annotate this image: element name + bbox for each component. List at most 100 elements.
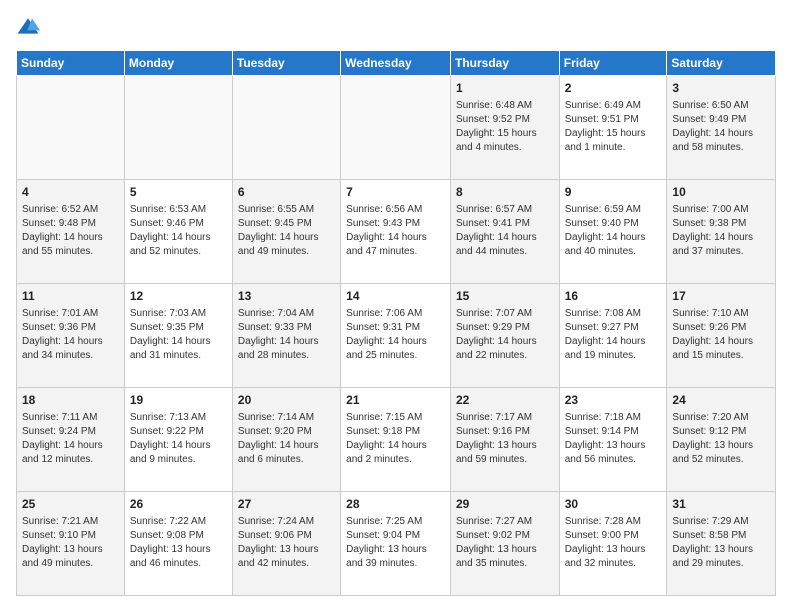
calendar-cell: 31 Sunrise: 7:29 AM Sunset: 8:58 PM Dayli…	[667, 492, 776, 596]
day-info: Sunrise: 7:29 AM Sunset: 8:58 PM Dayligh…	[672, 515, 770, 571]
calendar-cell: 20 Sunrise: 7:14 AM Sunset: 9:20 PM Dayli…	[232, 388, 340, 492]
day-number: 15	[456, 288, 554, 305]
calendar-cell: 8 Sunrise: 6:57 AM Sunset: 9:41 PM Daylig…	[450, 180, 559, 284]
day-number: 22	[456, 392, 554, 409]
day-info: Sunrise: 7:24 AM Sunset: 9:06 PM Dayligh…	[238, 515, 335, 571]
day-info: Sunrise: 7:01 AM Sunset: 9:36 PM Dayligh…	[22, 307, 119, 363]
day-info: Sunrise: 7:06 AM Sunset: 9:31 PM Dayligh…	[346, 307, 445, 363]
day-info: Sunrise: 7:22 AM Sunset: 9:08 PM Dayligh…	[130, 515, 227, 571]
day-info: Sunrise: 7:08 AM Sunset: 9:27 PM Dayligh…	[565, 307, 662, 363]
day-number: 9	[565, 184, 662, 201]
calendar-cell: 7 Sunrise: 6:56 AM Sunset: 9:43 PM Daylig…	[341, 180, 451, 284]
header-cell-saturday: Saturday	[667, 51, 776, 76]
day-info: Sunrise: 6:56 AM Sunset: 9:43 PM Dayligh…	[346, 203, 445, 259]
header	[16, 16, 776, 40]
day-info: Sunrise: 6:57 AM Sunset: 9:41 PM Dayligh…	[456, 203, 554, 259]
calendar-cell: 1 Sunrise: 6:48 AM Sunset: 9:52 PM Daylig…	[450, 76, 559, 180]
calendar-table: SundayMondayTuesdayWednesdayThursdayFrid…	[16, 50, 776, 596]
day-number: 11	[22, 288, 119, 305]
calendar-cell: 9Sunrise: 6:59 AM Sunset: 9:40 PM Daylig…	[559, 180, 667, 284]
calendar-cell: 16 Sunrise: 7:08 AM Sunset: 9:27 PM Dayli…	[559, 284, 667, 388]
day-info: Sunrise: 6:55 AM Sunset: 9:45 PM Dayligh…	[238, 203, 335, 259]
day-info: Sunrise: 6:50 AM Sunset: 9:49 PM Dayligh…	[672, 99, 770, 155]
calendar-row-1: 4Sunrise: 6:52 AM Sunset: 9:48 PM Daylig…	[17, 180, 776, 284]
day-number: 21	[346, 392, 445, 409]
calendar-row-3: 18 Sunrise: 7:11 AM Sunset: 9:24 PM Dayli…	[17, 388, 776, 492]
logo-icon	[16, 16, 40, 40]
day-number: 3	[672, 80, 770, 97]
day-number: 29	[456, 496, 554, 513]
day-number: 12	[130, 288, 227, 305]
day-info: Sunrise: 7:28 AM Sunset: 9:00 PM Dayligh…	[565, 515, 662, 571]
day-info: Sunrise: 6:49 AM Sunset: 9:51 PM Dayligh…	[565, 99, 662, 155]
calendar-cell: 27 Sunrise: 7:24 AM Sunset: 9:06 PM Dayli…	[232, 492, 340, 596]
day-info: Sunrise: 7:13 AM Sunset: 9:22 PM Dayligh…	[130, 411, 227, 467]
calendar-cell: 19Sunrise: 7:13 AM Sunset: 9:22 PM Dayli…	[124, 388, 232, 492]
day-info: Sunrise: 7:14 AM Sunset: 9:20 PM Dayligh…	[238, 411, 335, 467]
day-number: 26	[130, 496, 227, 513]
day-number: 31	[672, 496, 770, 513]
header-cell-wednesday: Wednesday	[341, 51, 451, 76]
day-number: 6	[238, 184, 335, 201]
calendar-cell	[17, 76, 125, 180]
day-number: 23	[565, 392, 662, 409]
day-info: Sunrise: 7:21 AM Sunset: 9:10 PM Dayligh…	[22, 515, 119, 571]
calendar-cell: 4Sunrise: 6:52 AM Sunset: 9:48 PM Daylig…	[17, 180, 125, 284]
day-info: Sunrise: 7:25 AM Sunset: 9:04 PM Dayligh…	[346, 515, 445, 571]
calendar-row-0: 1 Sunrise: 6:48 AM Sunset: 9:52 PM Daylig…	[17, 76, 776, 180]
calendar-cell: 11 Sunrise: 7:01 AM Sunset: 9:36 PM Dayli…	[17, 284, 125, 388]
calendar-cell: 2Sunrise: 6:49 AM Sunset: 9:51 PM Daylig…	[559, 76, 667, 180]
day-number: 28	[346, 496, 445, 513]
calendar-cell: 22Sunrise: 7:17 AM Sunset: 9:16 PM Dayli…	[450, 388, 559, 492]
calendar-cell: 12 Sunrise: 7:03 AM Sunset: 9:35 PM Dayli…	[124, 284, 232, 388]
day-info: Sunrise: 7:00 AM Sunset: 9:38 PM Dayligh…	[672, 203, 770, 259]
day-number: 20	[238, 392, 335, 409]
day-number: 4	[22, 184, 119, 201]
calendar-cell: 29Sunrise: 7:27 AM Sunset: 9:02 PM Dayli…	[450, 492, 559, 596]
day-number: 10	[672, 184, 770, 201]
calendar-cell: 25 Sunrise: 7:21 AM Sunset: 9:10 PM Dayli…	[17, 492, 125, 596]
day-number: 27	[238, 496, 335, 513]
calendar-cell: 5Sunrise: 6:53 AM Sunset: 9:46 PM Daylig…	[124, 180, 232, 284]
day-info: Sunrise: 6:48 AM Sunset: 9:52 PM Dayligh…	[456, 99, 554, 155]
day-number: 24	[672, 392, 770, 409]
day-info: Sunrise: 6:53 AM Sunset: 9:46 PM Dayligh…	[130, 203, 227, 259]
calendar-cell: 21Sunrise: 7:15 AM Sunset: 9:18 PM Dayli…	[341, 388, 451, 492]
calendar-cell: 23Sunrise: 7:18 AM Sunset: 9:14 PM Dayli…	[559, 388, 667, 492]
calendar-header: SundayMondayTuesdayWednesdayThursdayFrid…	[17, 51, 776, 76]
header-row: SundayMondayTuesdayWednesdayThursdayFrid…	[17, 51, 776, 76]
calendar-cell: 3 Sunrise: 6:50 AM Sunset: 9:49 PM Daylig…	[667, 76, 776, 180]
calendar-row-4: 25 Sunrise: 7:21 AM Sunset: 9:10 PM Dayli…	[17, 492, 776, 596]
day-number: 8	[456, 184, 554, 201]
calendar-cell	[341, 76, 451, 180]
calendar-cell: 14 Sunrise: 7:06 AM Sunset: 9:31 PM Dayli…	[341, 284, 451, 388]
day-number: 14	[346, 288, 445, 305]
day-info: Sunrise: 7:10 AM Sunset: 9:26 PM Dayligh…	[672, 307, 770, 363]
day-number: 25	[22, 496, 119, 513]
day-number: 18	[22, 392, 119, 409]
day-number: 17	[672, 288, 770, 305]
day-number: 16	[565, 288, 662, 305]
calendar-cell: 6 Sunrise: 6:55 AM Sunset: 9:45 PM Daylig…	[232, 180, 340, 284]
header-cell-thursday: Thursday	[450, 51, 559, 76]
calendar-cell: 26 Sunrise: 7:22 AM Sunset: 9:08 PM Dayli…	[124, 492, 232, 596]
calendar-cell: 17 Sunrise: 7:10 AM Sunset: 9:26 PM Dayli…	[667, 284, 776, 388]
day-number: 13	[238, 288, 335, 305]
calendar-cell: 10 Sunrise: 7:00 AM Sunset: 9:38 PM Dayli…	[667, 180, 776, 284]
day-number: 1	[456, 80, 554, 97]
calendar-cell: 15Sunrise: 7:07 AM Sunset: 9:29 PM Dayli…	[450, 284, 559, 388]
calendar-cell: 24Sunrise: 7:20 AM Sunset: 9:12 PM Dayli…	[667, 388, 776, 492]
calendar-body: 1 Sunrise: 6:48 AM Sunset: 9:52 PM Daylig…	[17, 76, 776, 596]
day-info: Sunrise: 7:11 AM Sunset: 9:24 PM Dayligh…	[22, 411, 119, 467]
header-cell-friday: Friday	[559, 51, 667, 76]
calendar-cell: 28 Sunrise: 7:25 AM Sunset: 9:04 PM Dayli…	[341, 492, 451, 596]
day-info: Sunrise: 7:03 AM Sunset: 9:35 PM Dayligh…	[130, 307, 227, 363]
calendar-cell	[232, 76, 340, 180]
day-number: 7	[346, 184, 445, 201]
calendar-row-2: 11 Sunrise: 7:01 AM Sunset: 9:36 PM Dayli…	[17, 284, 776, 388]
calendar-cell	[124, 76, 232, 180]
calendar-cell: 18 Sunrise: 7:11 AM Sunset: 9:24 PM Dayli…	[17, 388, 125, 492]
page: SundayMondayTuesdayWednesdayThursdayFrid…	[0, 0, 792, 612]
header-cell-monday: Monday	[124, 51, 232, 76]
day-number: 30	[565, 496, 662, 513]
